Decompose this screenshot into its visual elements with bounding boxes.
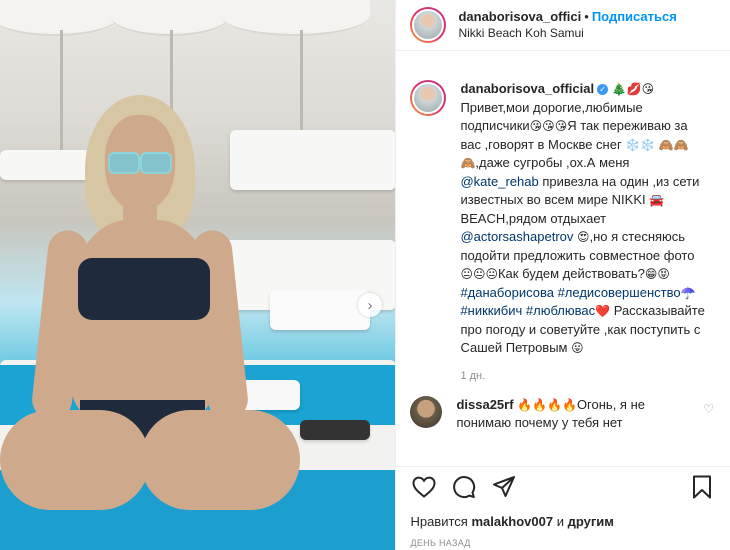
chevron-right-icon: ›	[367, 296, 373, 314]
caption-time[interactable]: 1 дн.	[460, 370, 716, 382]
caption: danaborisova_official ✓ 🎄💋😘 Привет,мои до…	[410, 80, 716, 358]
author-avatar[interactable]	[410, 7, 447, 43]
commenter-username[interactable]: dissa25rf	[456, 397, 513, 412]
likes-summary: Нравится malakhov007 и другим	[410, 514, 613, 529]
post-header: danaborisova_offici • Подписаться Nikki Be…	[396, 0, 730, 51]
caption-emoji: 😛	[571, 341, 584, 355]
follow-button[interactable]: Подписаться	[592, 9, 677, 24]
beach-umbrella	[220, 0, 370, 36]
comment-button[interactable]	[450, 473, 478, 501]
caption-emoji: ❄️❄️	[625, 137, 656, 152]
comment-emoji: 🔥🔥🔥🔥	[517, 397, 577, 412]
post-sidebar: danaborisova_offici • Подписаться Nikki Be…	[395, 0, 730, 550]
caption-segment: BEACH,рядом отдыхает	[460, 210, 607, 226]
left-leg	[0, 410, 150, 510]
sunbed	[0, 150, 90, 180]
share-icon	[493, 476, 516, 497]
right-leg	[140, 410, 300, 510]
share-button[interactable]	[490, 473, 518, 501]
umbrella-pole	[60, 30, 63, 150]
verified-badge-icon: ✓	[597, 84, 609, 95]
caption-segment: ,даже сугробы ,ох.А меня	[475, 155, 630, 170]
bikini-top	[78, 258, 210, 320]
caption-emoji: 🎄💋😘	[611, 82, 655, 96]
caption-avatar[interactable]	[410, 80, 447, 116]
caption-username[interactable]: danaborisova_official	[460, 81, 594, 96]
comment-like-icon[interactable]: ♡	[703, 402, 714, 416]
action-bar	[396, 466, 730, 507]
caption-emoji: ☂️	[680, 285, 696, 300]
caption-emoji: 🚘	[649, 193, 665, 207]
separator-dot: •	[584, 9, 589, 24]
like-button[interactable]	[410, 473, 438, 501]
liker-username[interactable]: malakhov007	[471, 514, 553, 529]
comment-item: dissa25rf 🔥🔥🔥🔥Огонь, я не понимаю почему…	[410, 395, 716, 432]
save-button[interactable]	[688, 473, 716, 501]
likes-mid: и	[553, 514, 568, 529]
sunglasses	[108, 152, 140, 174]
sunbed	[230, 130, 396, 190]
caption-emoji: 😍	[577, 230, 590, 244]
comment-icon	[453, 476, 476, 499]
header-info: danaborisova_offici • Подписаться Nikki Be…	[458, 8, 676, 42]
comment-text: dissa25rf 🔥🔥🔥🔥Огонь, я не понимаю почему…	[456, 396, 696, 432]
heart-icon	[412, 476, 436, 498]
hashtag-link[interactable]: #ледисовершенство	[558, 285, 681, 300]
mention-link[interactable]: @actorsashapetrov	[460, 229, 573, 244]
caption-emoji: ❤️	[595, 304, 611, 318]
comments-area[interactable]: danaborisova_official ✓ 🎄💋😘 Привет,мои до…	[410, 80, 716, 466]
hashtag-link[interactable]: #люблювас	[526, 303, 595, 318]
caption-emoji: 😁😝	[644, 267, 670, 281]
caption-segment: Как будем действовать?	[497, 266, 645, 281]
phone	[300, 420, 370, 440]
bookmark-icon	[693, 475, 711, 499]
author-username[interactable]: danaborisova_offici	[458, 9, 581, 24]
next-photo-button[interactable]: ›	[358, 293, 382, 317]
likes-others-link[interactable]: другим	[568, 514, 614, 529]
caption-emoji: 😘😘😘	[529, 119, 568, 133]
post-date[interactable]: ДЕНЬ НАЗАД	[410, 538, 470, 548]
booklet	[240, 380, 300, 410]
commenter-avatar[interactable]	[410, 395, 443, 428]
post-photo[interactable]: ›	[0, 0, 396, 550]
likes-prefix: Нравится	[410, 514, 472, 529]
instagram-post: › danaborisova_offici • Подписаться Nikki …	[0, 0, 730, 550]
sunglasses	[140, 152, 172, 174]
hashtag-link[interactable]: #данаборисова	[460, 285, 554, 300]
location-link[interactable]: Nikki Beach Koh Samui	[458, 25, 676, 42]
caption-text: danaborisova_official ✓ 🎄💋😘 Привет,мои до…	[460, 80, 710, 358]
caption-emoji: 😐😐😐	[460, 267, 498, 281]
pillow	[270, 290, 370, 330]
hashtag-link[interactable]: #никкибич	[460, 303, 522, 318]
mention-link[interactable]: @kate_rehab	[460, 174, 538, 189]
